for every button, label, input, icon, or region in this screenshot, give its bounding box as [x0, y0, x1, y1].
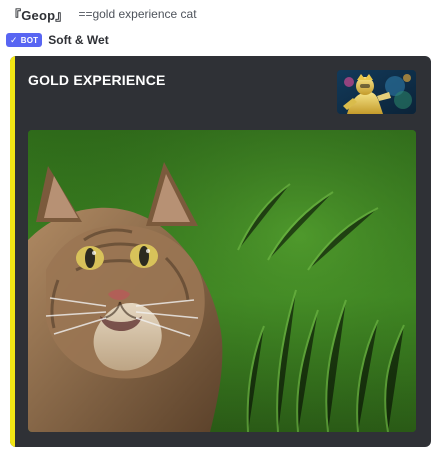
bot-reply-header: ✓ BOT Soft & Wet: [6, 32, 109, 48]
bot-username[interactable]: Soft & Wet: [48, 33, 108, 47]
message-author[interactable]: 『Geop』: [8, 5, 68, 24]
message-row: 『Geop』 ==gold experience cat: [8, 4, 197, 24]
embed-title: GOLD EXPERIENCE: [28, 72, 166, 88]
thumbnail-illustration: [337, 70, 416, 114]
embed-accent-bar: [10, 56, 15, 447]
message-text: ==gold experience cat: [78, 7, 197, 21]
verified-check-icon: ✓: [10, 34, 18, 45]
cat-in-grass-photo[interactable]: [28, 130, 416, 432]
discord-chat-view: 『Geop』 ==gold experience cat ✓ BOT Soft …: [0, 0, 441, 457]
message-embed: GOLD EXPERIENCE: [10, 56, 431, 447]
bot-badge: ✓ BOT: [6, 33, 43, 47]
cat-photo-illustration: [28, 130, 416, 432]
gold-experience-thumbnail[interactable]: [337, 70, 416, 114]
bot-badge-label: BOT: [20, 35, 39, 45]
